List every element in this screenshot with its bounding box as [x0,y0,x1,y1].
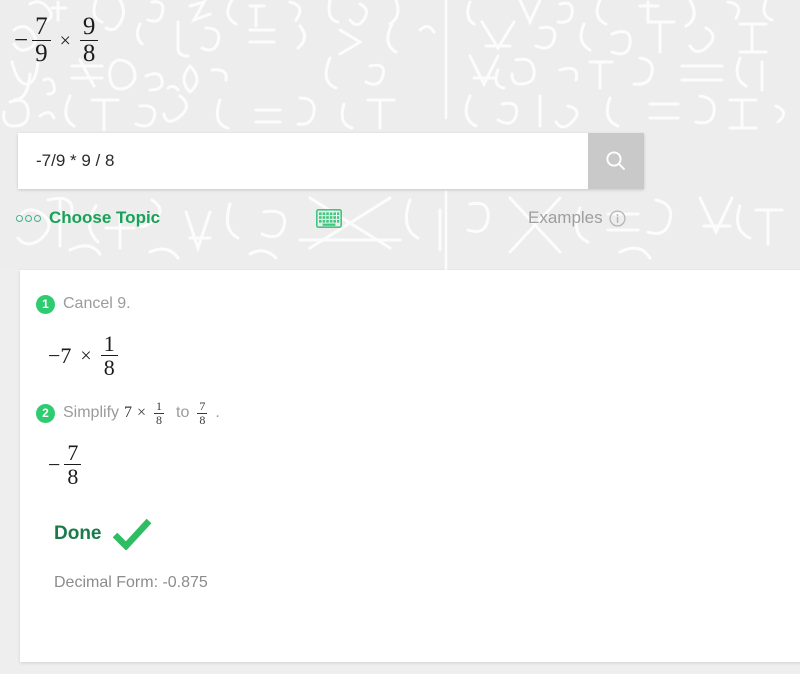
step-number-badge: 2 [36,403,55,423]
search-icon [606,151,625,170]
info-circle-icon [609,209,626,227]
expression-fraction: 7 8 [64,440,82,488]
fraction-numerator: 7 [199,398,206,413]
inline-whole-number: 7 [124,404,133,422]
keyboard-button[interactable] [316,208,342,228]
choose-topic-label: Choose Topic [49,208,161,227]
inline-fraction: 7 8 [197,398,208,427]
step-description: Simplify 7 × 1 8 to 7 8 . [63,398,220,427]
examples-label: Examples [528,208,603,227]
fraction-numerator: 7 [35,13,48,40]
step-text-suffix: . [215,404,220,422]
inline-fraction: 1 8 [154,398,165,427]
fraction-denominator: 8 [64,464,82,488]
fraction-numerator: 1 [103,331,115,356]
decimal-form-text: Decimal Form: -0.875 [54,574,208,592]
solution-step: 1 Cancel 9. − 7 × 1 8 [36,292,800,379]
step-text-middle: to [176,404,190,422]
step-inline-math-from: 7 × 1 8 [124,398,167,427]
fraction-denominator: 8 [154,412,165,427]
fraction-denominator: 8 [197,412,208,427]
solution-card: 1 Cancel 9. − 7 × 1 8 2 Simplify 7 × 1 8… [20,270,800,662]
done-label: Done [54,523,102,545]
step-description: Cancel 9. [63,295,131,312]
done-row: Done [54,518,800,551]
search-button[interactable] [588,133,644,189]
expression-multiply-sign: × [80,344,92,367]
choose-topic-button[interactable]: Choose Topic [16,208,160,228]
step-expression: − 7 × 1 8 [48,332,800,379]
search-bar[interactable] [18,133,644,189]
expression-multiply-sign: × [59,29,71,52]
examples-button[interactable]: Examples [528,208,626,228]
step-expression: − 7 8 [48,441,800,488]
expression-fraction: 1 8 [100,331,118,379]
inline-multiply-sign: × [137,404,147,422]
expression-right-fraction: 9 8 [79,13,99,68]
fraction-denominator: 8 [79,40,99,67]
step-number-badge: 1 [36,294,55,314]
check-mark-icon [112,518,152,551]
fraction-numerator: 7 [67,440,79,466]
step-text-prefix: Simplify [63,404,120,422]
three-dots-icon [16,214,41,222]
app-root: − 7 9 × 9 8 Choose Topic [0,0,800,674]
keyboard-icon [316,208,342,228]
expression-minus-sign: − [48,451,61,477]
expression-minus-sign: − [14,27,29,55]
fraction-numerator: 1 [156,398,163,413]
expression-left-fraction: 7 9 [32,13,51,68]
fraction-numerator: 9 [82,13,96,40]
fraction-denominator: 8 [100,355,118,379]
toolbar: Choose Topic Examples [0,203,800,233]
step-inline-math-to: 7 8 [194,398,210,427]
expression-minus-sign: − [48,342,61,368]
expression-whole-number: 7 [60,342,72,368]
step-header: 2 Simplify 7 × 1 8 to 7 8 . [36,398,800,427]
solution-step: 2 Simplify 7 × 1 8 to 7 8 . − 7 8 [36,398,800,488]
step-header: 1 Cancel 9. [36,292,800,316]
problem-expression: − 7 9 × 9 8 [14,13,99,68]
fraction-denominator: 9 [32,40,51,67]
search-input[interactable] [18,133,588,189]
